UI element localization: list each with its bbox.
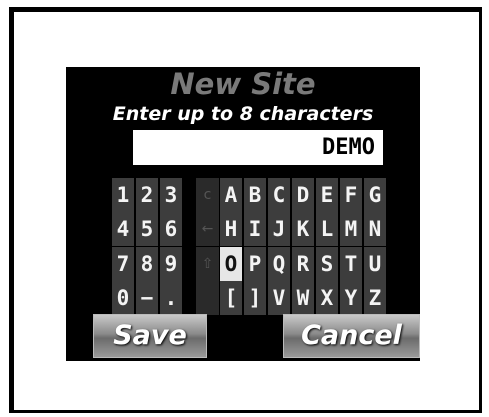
key-f[interactable]: F <box>340 178 362 212</box>
key-i[interactable]: I <box>244 212 266 246</box>
key-e[interactable]: E <box>316 178 338 212</box>
key-a[interactable]: A <box>220 178 242 212</box>
cancel-button[interactable]: Cancel <box>283 314 420 358</box>
key-t[interactable]: T <box>340 247 362 281</box>
key-k[interactable]: K <box>292 212 314 246</box>
key-open-bracket[interactable]: [ <box>220 281 242 315</box>
key-q[interactable]: Q <box>268 247 290 281</box>
key-2[interactable]: 2 <box>136 178 158 212</box>
blank-key <box>196 281 219 315</box>
dialog-subtitle: Enter up to 8 characters <box>112 103 374 125</box>
key-m[interactable]: M <box>340 212 362 246</box>
key-x[interactable]: X <box>316 281 338 315</box>
key-4[interactable]: 4 <box>112 212 134 246</box>
key-z[interactable]: Z <box>364 281 386 315</box>
key-b[interactable]: B <box>244 178 266 212</box>
save-button[interactable]: Save <box>93 314 207 358</box>
key-7[interactable]: 7 <box>112 247 134 281</box>
site-name-field[interactable]: DEMO <box>133 130 383 165</box>
key-p[interactable]: P <box>244 247 266 281</box>
key-9[interactable]: 9 <box>160 247 182 281</box>
backspace-icon[interactable]: ← <box>196 212 219 246</box>
key-y[interactable]: Y <box>340 281 362 315</box>
key-8[interactable]: 8 <box>136 247 158 281</box>
key-w[interactable]: W <box>292 281 314 315</box>
shift-icon[interactable]: ⇧ <box>196 247 219 281</box>
key-l[interactable]: L <box>316 212 338 246</box>
key-0[interactable]: 0 <box>112 281 134 315</box>
key-g[interactable]: G <box>364 178 386 212</box>
key-3[interactable]: 3 <box>160 178 182 212</box>
key-h[interactable]: H <box>220 212 242 246</box>
key-r[interactable]: R <box>292 247 314 281</box>
dialog-title: New Site <box>170 67 316 101</box>
key-j[interactable]: J <box>268 212 290 246</box>
key-c[interactable]: C <box>268 178 290 212</box>
key-1[interactable]: 1 <box>112 178 134 212</box>
clear-icon[interactable]: c <box>196 178 219 212</box>
key-u[interactable]: U <box>364 247 386 281</box>
key-6[interactable]: 6 <box>160 212 182 246</box>
key-v[interactable]: V <box>268 281 290 315</box>
device-screen: New Site Enter up to 8 characters DEMO 1… <box>66 67 420 361</box>
key-5[interactable]: 5 <box>136 212 158 246</box>
key-o[interactable]: O <box>220 247 242 281</box>
key-n[interactable]: N <box>364 212 386 246</box>
key-d[interactable]: D <box>292 178 314 212</box>
key-dot[interactable]: . <box>160 281 182 315</box>
key-minus[interactable]: − <box>136 281 158 315</box>
key-s[interactable]: S <box>316 247 338 281</box>
key-close-bracket[interactable]: ] <box>244 281 266 315</box>
